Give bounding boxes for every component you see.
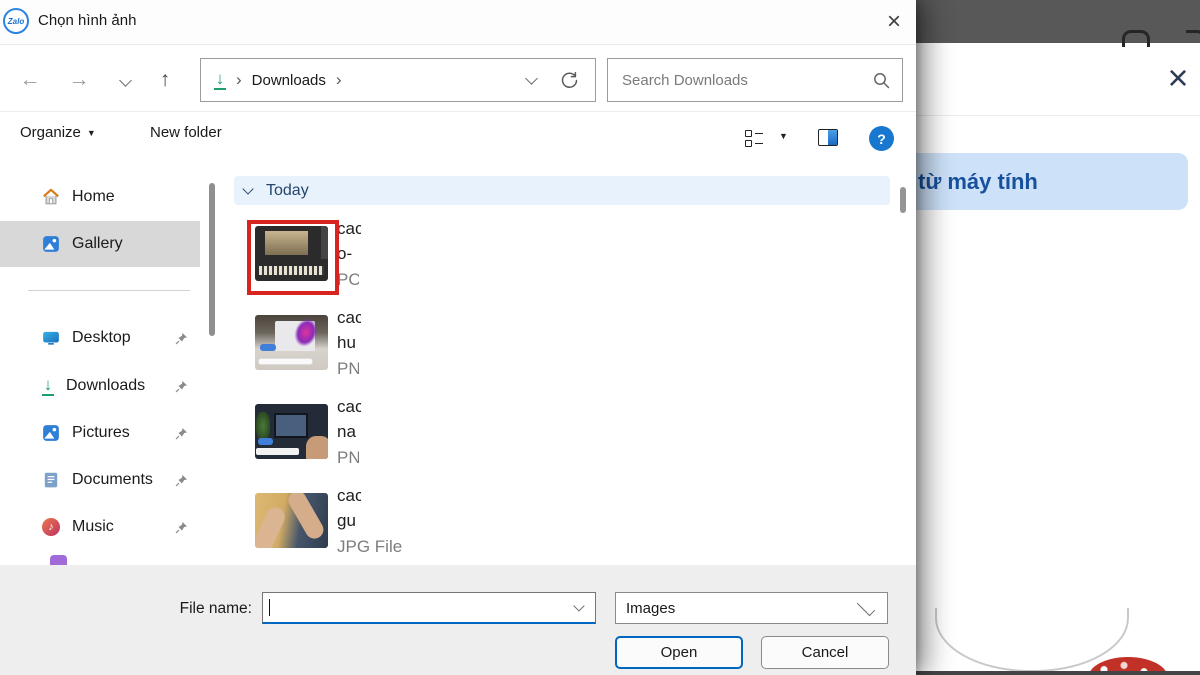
clipped-icon-fragment [1186,30,1200,47]
sidebar-scrollbar[interactable] [209,183,215,336]
modal-close-icon[interactable]: × [1158,58,1198,98]
sidebar-label: Downloads [66,377,145,395]
file-text: cac hu PN [337,305,361,381]
modal-divider [916,115,1200,116]
chevron-down-icon [242,183,253,194]
pin-icon [175,332,188,345]
address-bar[interactable]: ↓ › Downloads › [200,58,596,102]
downloads-icon: ↓ [42,376,54,396]
sidebar-item-gallery[interactable]: Gallery [0,221,200,267]
group-label: Today [266,182,309,200]
file-thumbnail [255,493,328,548]
sidebar-item-downloads[interactable]: ↓ Downloads [0,363,200,409]
file-item-4[interactable]: cac gu JPG File [230,479,890,568]
recent-locations-chevron[interactable] [108,63,142,97]
file-name-input[interactable] [270,599,575,616]
file-name-label: File name: [140,600,252,618]
help-icon[interactable]: ? [869,126,894,151]
file-item-3[interactable]: cac na PN [230,390,890,479]
view-mode-icon[interactable] [745,130,767,147]
file-text: cac gu JPG File [337,483,402,559]
view-mode-caret[interactable]: ▼ [779,131,788,141]
file-type-value: Images [616,600,675,617]
sidebar-item-documents[interactable]: Documents [0,457,200,503]
forward-button[interactable]: → [62,63,96,97]
preview-pane-icon[interactable] [818,129,838,146]
sidebar-label: Home [72,188,115,206]
dialog-titlebar [0,0,916,45]
sidebar-label: Desktop [72,329,131,347]
pin-icon [175,427,188,440]
dialog-title: Chọn hình ảnh [38,12,136,29]
file-text: cac o- PC [337,216,361,292]
chevron-down-icon[interactable] [573,600,584,611]
breadcrumb-separator: › [226,70,252,90]
sidebar-item-home[interactable]: Home [0,174,200,220]
file-type-select[interactable]: Images [615,592,888,624]
caret-down-icon: ▼ [779,131,788,141]
screenshot-root: × từ máy tính Zalo Chọn hình ảnh × ← → ↑… [0,0,1200,675]
gallery-icon [42,235,60,253]
sidebar-item-music[interactable]: ♪ Music [0,504,200,550]
pin-icon [175,521,188,534]
chevron-down-icon [857,597,875,615]
file-thumbnail [255,315,328,370]
documents-icon [42,471,60,489]
videos-icon-partial [50,555,67,565]
annotation-red-box [247,220,339,295]
file-item-2[interactable]: cac hu PN [230,301,890,390]
music-icon: ♪ [42,518,60,536]
group-header-today[interactable]: Today [234,176,890,205]
refresh-icon[interactable] [560,71,579,90]
new-folder-button[interactable]: New folder [150,124,222,141]
file-thumbnail [255,404,328,459]
sidebar-item-pictures[interactable]: Pictures [0,410,200,456]
pin-icon [175,380,188,393]
chevron-down-icon [119,74,132,87]
desktop-icon [42,329,60,347]
search-input[interactable] [620,71,873,90]
address-dropdown-chevron-icon[interactable] [525,72,538,85]
upload-from-computer-button[interactable]: từ máy tính [902,153,1188,210]
new-folder-label: New folder [150,124,222,141]
sidebar-item-desktop[interactable]: Desktop [0,315,200,361]
pictures-icon [42,424,60,442]
sidebar-separator [28,290,190,291]
up-button[interactable]: ↑ [148,63,182,97]
file-text: cac na PN [337,394,361,470]
zalo-upload-modal [916,43,1200,671]
back-button[interactable]: ← [13,63,47,97]
clipped-icon-fragment [1122,30,1150,47]
dialog-close-icon[interactable]: × [874,2,914,42]
open-file-dialog: Zalo Chọn hình ảnh × ← → ↑ ↓ › Downloads… [0,0,916,675]
caret-down-icon: ▼ [87,128,96,138]
sidebar-label: Music [72,518,114,536]
cancel-button[interactable]: Cancel [761,636,889,669]
breadcrumb-downloads[interactable]: Downloads [252,72,326,89]
search-icon [873,72,890,89]
downloads-location-icon: ↓ [214,70,226,90]
sidebar-label: Documents [72,471,153,489]
sidebar-label: Pictures [72,424,130,442]
zalo-app-icon: Zalo [3,8,29,34]
organize-label: Organize [20,124,81,141]
file-name-field [262,592,596,624]
background-app-strip [916,0,1200,43]
breadcrumb-separator: › [326,70,352,90]
open-button[interactable]: Open [615,636,743,669]
pin-icon [175,474,188,487]
home-icon [42,188,60,206]
sidebar-label: Gallery [72,235,123,253]
organize-menu[interactable]: Organize ▼ [20,124,96,141]
background-bottom-strip [916,671,1200,675]
file-list-scrollbar[interactable] [900,187,906,213]
search-box [607,58,903,102]
